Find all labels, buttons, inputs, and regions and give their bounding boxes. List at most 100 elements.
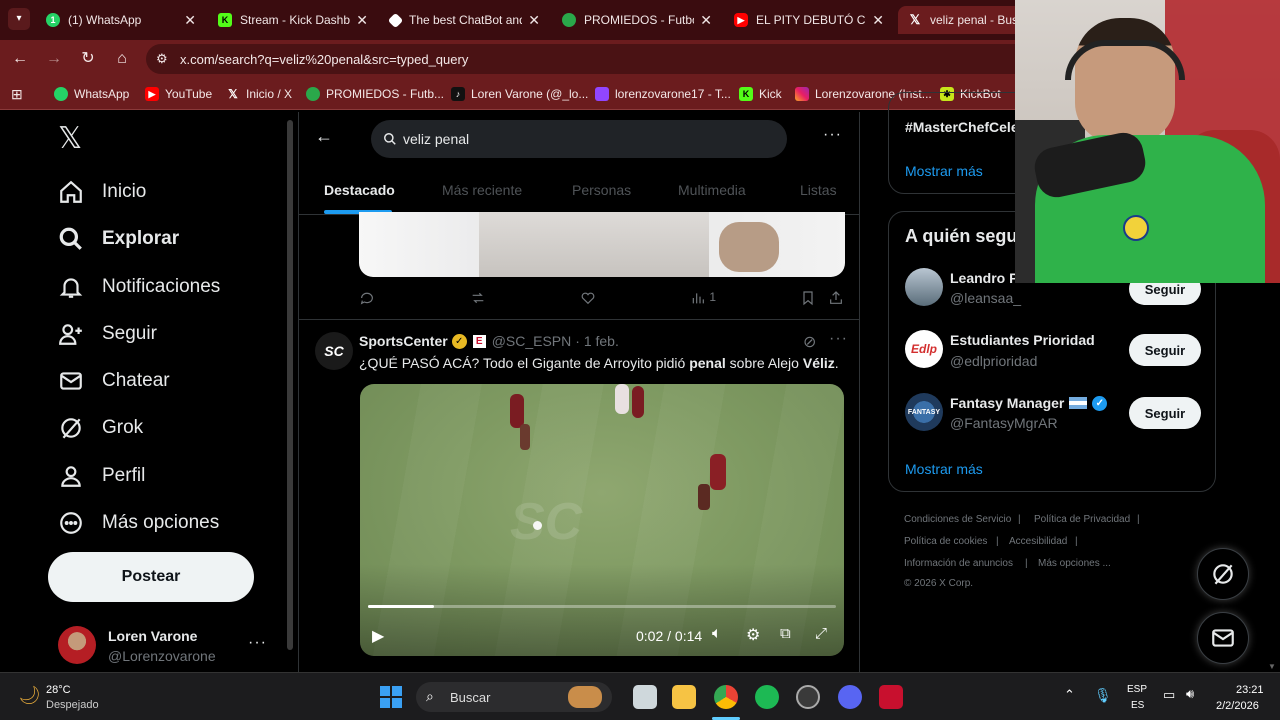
repost-icon[interactable] bbox=[470, 290, 486, 306]
bookmark-tiktok[interactable]: ♪ Loren Varone (@_lo... bbox=[451, 85, 588, 103]
suggestion-name-row[interactable]: Fantasy Manager ✓ bbox=[950, 395, 1108, 411]
video-player[interactable]: SC ▶ 0:02 / 0:14 🔈︎ ⚙ ⧉ ⤢ bbox=[360, 384, 844, 656]
grok-float-button[interactable] bbox=[1197, 548, 1249, 600]
reply-icon[interactable] bbox=[359, 290, 375, 306]
back-arrow-icon[interactable]: ← bbox=[315, 126, 333, 147]
site-info-icon[interactable]: ⚙ bbox=[156, 51, 168, 67]
close-tab-icon[interactable]: ✕ bbox=[356, 12, 368, 29]
scroll-down-arrow-icon[interactable]: ▼ bbox=[1268, 662, 1276, 671]
ellipsis-icon[interactable]: ··· bbox=[248, 634, 267, 652]
tab-personas[interactable]: Personas bbox=[572, 182, 631, 198]
views-button[interactable]: 1 bbox=[690, 290, 716, 306]
tab-multimedia[interactable]: Multimedia bbox=[678, 182, 746, 198]
bookmark-youtube[interactable]: ▶ YouTube bbox=[145, 85, 212, 103]
sidebar-scrollbar[interactable] bbox=[287, 120, 293, 650]
language-top[interactable]: ESP bbox=[1127, 684, 1147, 695]
author-avatar[interactable]: SC bbox=[315, 332, 353, 370]
chrome-icon[interactable] bbox=[714, 685, 738, 709]
browser-tab-kick[interactable]: K Stream - Kick Dashbo ✕ bbox=[208, 6, 378, 34]
close-tab-icon[interactable]: ✕ bbox=[872, 12, 884, 29]
chevron-up-icon[interactable]: ⌃ bbox=[1064, 687, 1075, 703]
share-icon[interactable] bbox=[828, 290, 844, 306]
footer-link-privacy[interactable]: Política de Privacidad bbox=[1034, 514, 1130, 525]
nav-item-explorar[interactable]: Explorar bbox=[58, 221, 179, 257]
discord-icon[interactable] bbox=[838, 685, 862, 709]
browser-tab-chatbot[interactable]: The best ChatBot and ✕ bbox=[380, 6, 550, 34]
post-options-icon[interactable]: ··· bbox=[829, 330, 848, 348]
browser-tab-whatsapp[interactable]: 1 (1) WhatsApp ✕ bbox=[36, 6, 206, 34]
back-arrow-icon[interactable]: ← bbox=[10, 49, 30, 69]
tab-search-dropdown[interactable]: ▾ bbox=[8, 8, 30, 30]
play-icon[interactable]: ▶ bbox=[372, 626, 384, 646]
post-button[interactable]: Postear bbox=[48, 552, 254, 602]
bookmark-kick[interactable]: K Kick bbox=[739, 85, 782, 103]
x-logo-icon[interactable]: 𝕏 bbox=[58, 124, 82, 154]
spotify-icon[interactable] bbox=[755, 685, 779, 709]
trend-hashtag[interactable]: #MasterChefCele bbox=[905, 119, 1019, 135]
weather-temp[interactable]: 28°C bbox=[46, 684, 71, 696]
messages-float-button[interactable] bbox=[1197, 612, 1249, 664]
footer-link-cookies[interactable]: Política de cookies bbox=[904, 536, 987, 547]
author-handle[interactable]: @SC_ESPN bbox=[492, 333, 572, 349]
tab-mas-reciente[interactable]: Más reciente bbox=[442, 182, 522, 198]
volume-icon[interactable]: 🔊︎ bbox=[1186, 686, 1194, 702]
bookmark-twitch[interactable]: lorenzovarone17 - T... bbox=[595, 85, 731, 103]
previous-post-media[interactable] bbox=[359, 212, 845, 277]
forward-arrow-icon[interactable]: → bbox=[44, 49, 64, 69]
follow-button[interactable]: Seguir bbox=[1129, 397, 1201, 429]
show-more-link[interactable]: Mostrar más bbox=[905, 461, 983, 477]
footer-link-accessibility[interactable]: Accesibilidad bbox=[1009, 536, 1067, 547]
moon-weather-icon[interactable]: 🌙︎ bbox=[18, 685, 41, 706]
close-tab-icon[interactable]: ✕ bbox=[700, 12, 712, 29]
bookmark-whatsapp[interactable]: WhatsApp bbox=[54, 85, 129, 103]
settings-gear-icon[interactable]: ⚙ bbox=[746, 625, 760, 645]
clock-time[interactable]: 23:21 bbox=[1236, 684, 1264, 696]
account-switcher[interactable]: Loren Varone @Lorenzovarone ··· bbox=[58, 624, 278, 668]
close-tab-icon[interactable]: ✕ bbox=[528, 12, 540, 29]
like-icon[interactable] bbox=[580, 290, 596, 306]
search-input[interactable]: veliz penal bbox=[371, 120, 787, 158]
fullscreen-icon[interactable]: ⤢ bbox=[815, 625, 827, 642]
fantasy-manager-logo-icon[interactable]: FANTASY bbox=[905, 393, 943, 431]
browser-tab-promiedos[interactable]: PROMIEDOS - Futbol ✕ bbox=[552, 6, 722, 34]
obs-icon[interactable] bbox=[796, 685, 820, 709]
browser-tab-x-search[interactable]: 𝕏 veliz penal - Busq bbox=[898, 6, 1028, 34]
suggestion-name[interactable]: Estudiantes Prioridad bbox=[950, 332, 1095, 348]
tab-destacado[interactable]: Destacado bbox=[324, 182, 395, 198]
reload-icon[interactable]: ↻ bbox=[78, 49, 98, 69]
footer-link-terms[interactable]: Condiciones de Servicio bbox=[904, 514, 1011, 525]
picture-in-picture-icon[interactable]: ⧉ bbox=[780, 625, 791, 642]
browser-tab-youtube[interactable]: ▶ EL PITY DEBUTÓ CON ✕ bbox=[724, 6, 894, 34]
close-tab-icon[interactable]: ✕ bbox=[184, 12, 196, 29]
nav-item-grok[interactable]: Grok bbox=[58, 410, 143, 446]
home-icon[interactable]: ⌂ bbox=[112, 49, 132, 69]
search-options-icon[interactable]: ··· bbox=[823, 126, 842, 144]
suggestion-name[interactable]: Leandro P bbox=[950, 270, 1018, 286]
edlp-logo-icon[interactable]: Edlp bbox=[905, 330, 943, 368]
author-name[interactable]: SportsCenter bbox=[359, 333, 448, 349]
file-explorer-icon[interactable] bbox=[672, 685, 696, 709]
nav-item-inicio[interactable]: Inicio bbox=[58, 174, 146, 210]
app-red-icon[interactable] bbox=[879, 685, 903, 709]
post-date[interactable]: · 1 feb. bbox=[575, 333, 619, 349]
bookmark-promiedos[interactable]: PROMIEDOS - Futb... bbox=[306, 85, 444, 103]
footer-link-more-options[interactable]: Más opciones ... bbox=[1038, 558, 1111, 569]
tab-listas[interactable]: Listas bbox=[800, 182, 837, 198]
nav-item-mas-opciones[interactable]: Más opciones bbox=[58, 505, 219, 541]
windows-start-icon[interactable] bbox=[380, 686, 402, 708]
nav-item-perfil[interactable]: Perfil bbox=[58, 458, 145, 494]
bookmark-icon[interactable] bbox=[800, 290, 816, 306]
microphone-icon[interactable]: 🎙︎ bbox=[1094, 687, 1112, 704]
footer-link-ads-info[interactable]: Información de anuncios bbox=[904, 558, 1013, 569]
task-view-icon[interactable] bbox=[633, 685, 657, 709]
bookmark-x-home[interactable]: 𝕏 Inicio / X bbox=[226, 85, 292, 103]
address-bar[interactable]: ⚙ x.com/search?q=veliz%20penal&src=typed… bbox=[146, 44, 1046, 74]
nav-item-seguir[interactable]: Seguir bbox=[58, 316, 157, 352]
apps-grid-icon[interactable]: ⊞ bbox=[11, 86, 23, 103]
main-scrollbar[interactable] bbox=[847, 112, 855, 672]
network-icon[interactable]: ▭ bbox=[1163, 687, 1175, 703]
video-progress-track[interactable] bbox=[368, 605, 836, 608]
follow-button[interactable]: Seguir bbox=[1129, 334, 1201, 366]
volume-icon[interactable]: 🔈︎ bbox=[712, 625, 722, 643]
grok-icon[interactable]: ⊘ bbox=[803, 332, 816, 352]
